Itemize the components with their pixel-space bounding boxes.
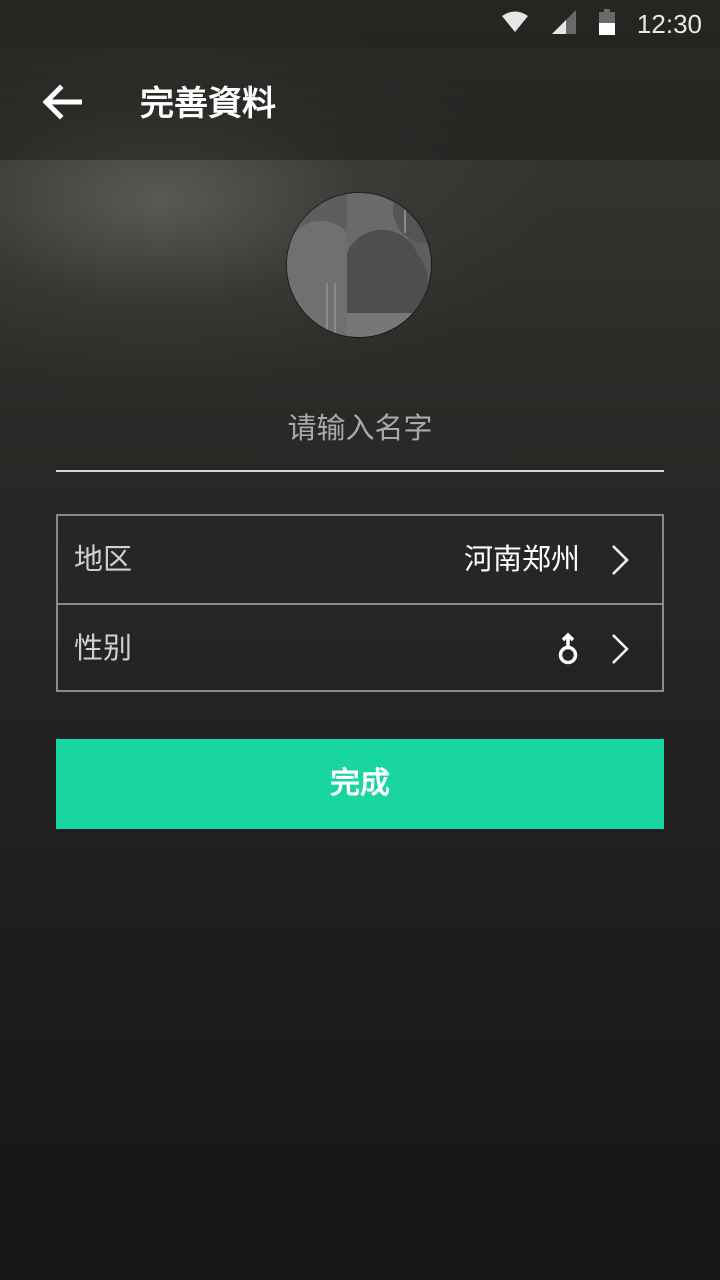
battery-icon — [598, 9, 615, 39]
name-field-wrapper — [56, 388, 664, 472]
signal-icon — [551, 9, 577, 39]
male-symbol-icon — [556, 631, 580, 667]
chevron-right-icon — [610, 633, 630, 665]
region-label: 地区 — [74, 542, 133, 576]
gender-label: 性别 — [74, 631, 133, 665]
status-time: 12:30 — [636, 8, 702, 39]
chevron-right-icon — [610, 544, 630, 576]
app-bar: 完善資料 — [0, 48, 720, 160]
page-title: 完善資料 — [140, 84, 276, 124]
arrow-left-icon — [42, 84, 83, 124]
wifi-icon — [501, 10, 529, 38]
status-bar: 12:30 — [0, 0, 720, 48]
done-button[interactable]: 完成 — [56, 739, 664, 829]
gender-row[interactable]: 性别 — [58, 603, 662, 690]
avatar[interactable] — [287, 193, 431, 337]
region-value: 河南郑州 — [463, 542, 580, 576]
profile-info-list: 地区 河南郑州 性别 — [56, 514, 664, 692]
status-icons: 12:30 — [501, 0, 702, 48]
region-row[interactable]: 地区 河南郑州 — [58, 516, 662, 603]
back-button[interactable] — [30, 72, 94, 136]
avatar-image — [287, 193, 431, 337]
name-input[interactable] — [56, 388, 664, 468]
